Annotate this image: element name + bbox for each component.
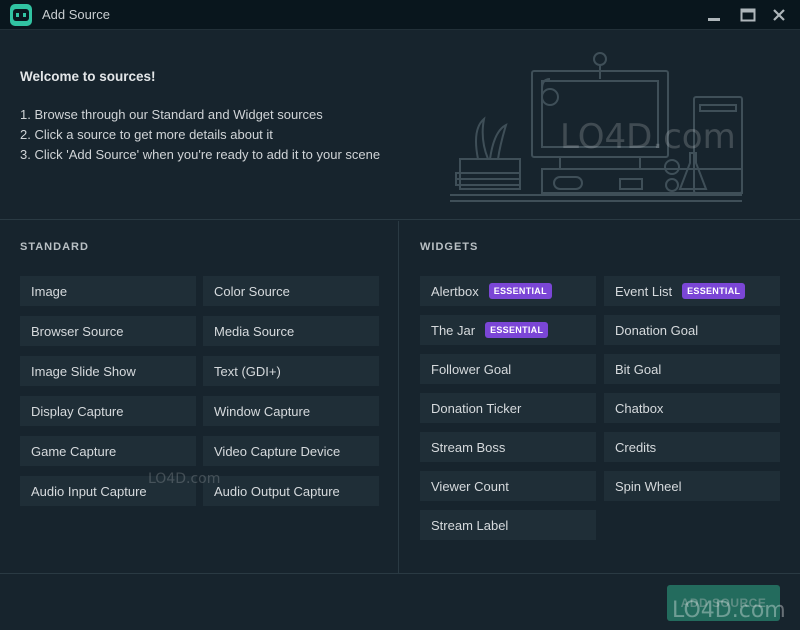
widget-donation-ticker[interactable]: Donation Ticker [420,393,596,423]
source-game-capture[interactable]: Game Capture [20,436,196,466]
widget-label: Event List [615,283,673,299]
studio-illustration [450,52,743,202]
widget-label: Credits [615,439,657,455]
instruction-list: 1. Browse through our Standard and Widge… [20,107,380,167]
footer-bar: ADD SOURCE LO4D.com [0,573,800,630]
close-button[interactable] [766,4,792,26]
widget-bit-goal[interactable]: Bit Goal [604,354,780,384]
source-audio-input-capture[interactable]: Audio Input Capture [20,476,196,506]
source-browser-source[interactable]: Browser Source [20,316,196,346]
widget-credits[interactable]: Credits [604,432,780,462]
widget-stream-boss[interactable]: Stream Boss [420,432,596,462]
widget-label: Viewer Count [431,478,509,494]
source-text-gdi[interactable]: Text (GDI+) [203,356,379,386]
instruction-step: 3. Click 'Add Source' when you're ready … [20,147,381,162]
add-source-button[interactable]: ADD SOURCE [667,585,780,621]
widget-label: The Jar [431,322,476,338]
title-bar: Add Source [0,0,800,30]
widgets-panel: WIDGETS Alertbox ESSENTIAL Event List ES… [400,221,800,573]
widget-label: Donation Ticker [431,400,522,416]
widget-label: Donation Goal [615,322,699,338]
widget-viewer-count[interactable]: Viewer Count [420,471,596,501]
widget-label: Alertbox [431,283,479,299]
close-icon [773,9,785,21]
widget-alertbox[interactable]: Alertbox ESSENTIAL [420,276,596,306]
essential-badge: ESSENTIAL [485,322,549,338]
widget-follower-goal[interactable]: Follower Goal [420,354,596,384]
source-audio-output-capture[interactable]: Audio Output Capture [203,476,379,506]
widget-stream-label[interactable]: Stream Label [420,510,596,540]
standard-header: STANDARD [20,241,89,253]
window-title: Add Source [42,7,110,22]
widget-event-list[interactable]: Event List ESSENTIAL [604,276,780,306]
source-image[interactable]: Image [20,276,196,306]
widget-label: Chatbox [615,400,664,416]
source-image-slide-show[interactable]: Image Slide Show [20,356,196,386]
minimize-button[interactable] [701,4,727,26]
essential-badge: ESSENTIAL [682,283,746,299]
widget-the-jar[interactable]: The Jar ESSENTIAL [420,315,596,345]
instruction-step: 1. Browse through our Standard and Widge… [20,107,323,122]
maximize-button[interactable] [735,4,761,26]
minimize-icon [708,18,720,21]
essential-badge: ESSENTIAL [488,283,552,299]
source-window-capture[interactable]: Window Capture [203,396,379,426]
maximize-icon [740,8,756,22]
widget-label: Spin Wheel [615,478,682,494]
welcome-title: Welcome to sources! [20,69,156,84]
widget-label: Stream Boss [431,439,506,455]
widget-label: Stream Label [431,517,509,533]
widget-label: Follower Goal [431,361,512,377]
widget-donation-goal[interactable]: Donation Goal [604,315,780,345]
source-display-capture[interactable]: Display Capture [20,396,196,426]
source-video-capture-device[interactable]: Video Capture Device [203,436,379,466]
streamlabs-logo-icon [10,4,32,26]
widget-spin-wheel[interactable]: Spin Wheel [604,471,780,501]
widget-label: Bit Goal [615,361,662,377]
widgets-header: WIDGETS [420,241,479,253]
source-color-source[interactable]: Color Source [203,276,379,306]
welcome-section: Welcome to sources! 1. Browse through ou… [0,31,800,220]
standard-sources-panel: STANDARD Image Color Source Browser Sour… [0,221,399,573]
widget-chatbox[interactable]: Chatbox [604,393,780,423]
instruction-step: 2. Click a source to get more details ab… [20,127,273,142]
source-media-source[interactable]: Media Source [203,316,379,346]
